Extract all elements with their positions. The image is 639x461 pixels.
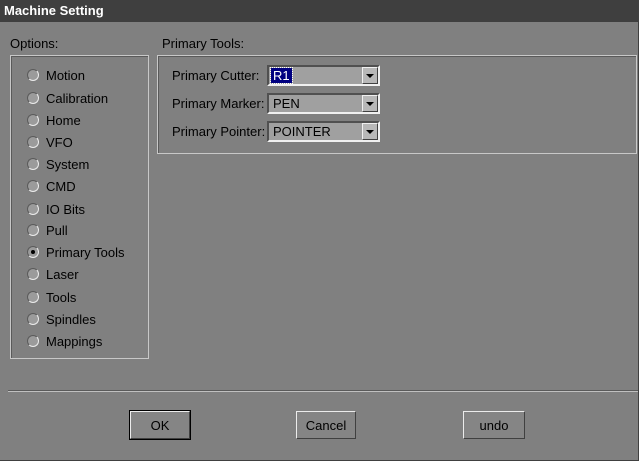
radio-icon[interactable]: [27, 92, 39, 104]
radio-checked-icon[interactable]: [27, 246, 39, 258]
option-tools[interactable]: Tools: [27, 287, 76, 307]
radio-icon[interactable]: [27, 158, 39, 170]
option-spindles[interactable]: Spindles: [27, 309, 96, 329]
option-cmd[interactable]: CMD: [27, 176, 76, 196]
option-io-bits[interactable]: IO Bits: [27, 199, 85, 219]
radio-icon[interactable]: [27, 203, 39, 215]
window-title: Machine Setting: [4, 3, 104, 18]
radio-icon[interactable]: [27, 114, 39, 126]
primary-cutter-select[interactable]: R1: [267, 65, 380, 86]
primary-tools-label: Primary Tools:: [162, 36, 245, 51]
radio-icon[interactable]: [27, 268, 39, 280]
chevron-down-icon: [366, 73, 374, 78]
primary-cutter-value: R1: [270, 67, 293, 84]
primary-marker-select[interactable]: PEN: [267, 93, 380, 114]
option-primary-tools[interactable]: Primary Tools: [27, 242, 125, 262]
undo-button[interactable]: undo: [463, 411, 525, 439]
primary-pointer-dropdown-button[interactable]: [362, 123, 378, 140]
option-calibration[interactable]: Calibration: [27, 88, 108, 108]
radio-icon[interactable]: [27, 313, 39, 325]
option-system[interactable]: System: [27, 154, 89, 174]
options-group: Motion Calibration Home VFO System CMD I…: [10, 55, 149, 359]
primary-pointer-value: POINTER: [273, 124, 331, 139]
option-mappings[interactable]: Mappings: [27, 331, 102, 351]
primary-marker-value: PEN: [273, 96, 300, 111]
primary-pointer-select[interactable]: POINTER: [267, 121, 380, 142]
primary-pointer-label: Primary Pointer:: [172, 124, 266, 139]
primary-marker-dropdown-button[interactable]: [362, 95, 378, 112]
option-pull[interactable]: Pull: [27, 220, 68, 240]
chevron-down-icon: [366, 129, 374, 134]
options-label: Options:: [10, 36, 59, 51]
option-vfo[interactable]: VFO: [27, 132, 73, 152]
radio-icon[interactable]: [27, 69, 39, 81]
option-motion[interactable]: Motion: [27, 65, 85, 85]
primary-cutter-dropdown-button[interactable]: [362, 67, 378, 84]
title-bar[interactable]: Machine Setting: [0, 0, 638, 22]
primary-cutter-label: Primary Cutter:: [172, 68, 260, 83]
option-laser[interactable]: Laser: [27, 264, 79, 284]
option-home[interactable]: Home: [27, 110, 81, 130]
button-bar-separator: [8, 390, 638, 392]
chevron-down-icon: [366, 101, 374, 106]
radio-icon[interactable]: [27, 335, 39, 347]
radio-icon[interactable]: [27, 224, 39, 236]
cancel-button[interactable]: Cancel: [296, 411, 356, 439]
ok-button[interactable]: OK: [129, 410, 191, 440]
machine-setting-dialog: Machine Setting Options: Motion Calibrat…: [0, 0, 639, 461]
radio-icon[interactable]: [27, 291, 39, 303]
radio-icon[interactable]: [27, 180, 39, 192]
radio-icon[interactable]: [27, 136, 39, 148]
primary-marker-label: Primary Marker:: [172, 96, 265, 111]
